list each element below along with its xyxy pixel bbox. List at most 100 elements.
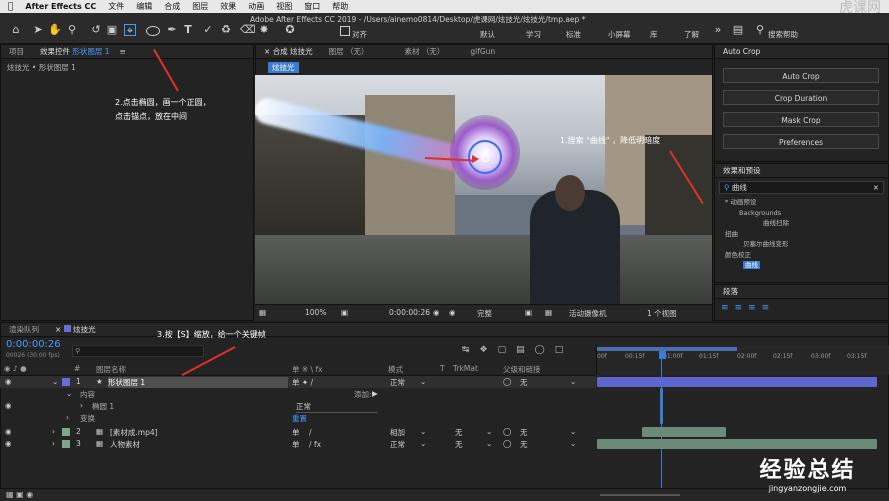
camera-tool-icon[interactable]: ▣ [106,24,118,36]
tree-item-bezier-warp[interactable]: 贝塞尔曲线变形 [715,239,888,250]
tab-effects-presets[interactable]: 效果和预设 [715,165,769,176]
add-content-icon[interactable]: ▶ [372,389,378,398]
layer-2-duration-bar[interactable] [642,427,726,437]
tree-item-color-correction[interactable]: 颜色校正 [715,250,888,261]
workspace-learn[interactable]: 学习 [526,29,541,40]
anchor-point-icon[interactable] [482,154,490,162]
tab-timeline-comp[interactable]: × 炫技光 [47,324,104,335]
tree-item-curves[interactable]: 曲线 [715,260,888,271]
layer-3-visibility-icon[interactable]: ◉ [5,439,12,448]
graph-editor-icon[interactable]: □ [555,345,574,355]
resolution-icon[interactable]: ▣ [341,308,348,317]
layer-3-parent[interactable]: 无 [520,439,528,450]
layer-1-duration-bar[interactable] [597,377,877,387]
tree-item-distort[interactable]: 扭曲 [715,229,888,240]
preferences-button[interactable]: Preferences [723,134,879,149]
ellipse-tool-icon[interactable] [146,24,160,36]
tree-item-backgrounds[interactable]: Backgrounds [715,208,888,219]
layer-3-duration-bar[interactable] [597,439,877,449]
workspace-small-screen[interactable]: 小屏幕 [608,29,631,40]
align-center-icon[interactable]: ≡ [735,303,749,313]
workspace-more[interactable]: 了解 [684,29,699,40]
snapshot-icon[interactable]: ◉ [433,308,440,317]
mask-crop-button[interactable]: Mask Crop [723,112,879,127]
brush-tool-icon[interactable]: ✓ [202,24,214,36]
layer-row-1[interactable]: ◉ ⌄ 1 ★ 形状图层 1 单 ✦ / 正常 ⌄ ◯ 无 ⌄ [0,376,596,388]
transparency-grid-icon[interactable]: ▦ [545,308,552,317]
layer-3-name[interactable]: 人物素材 [110,439,140,450]
layer-2-trkmat[interactable]: 无 [455,427,463,438]
rotate-tool-icon[interactable]: ↺ [90,24,102,36]
menu-effect[interactable]: 效果 [220,1,236,12]
timeline-search-field[interactable]: ⚲ [72,345,204,357]
workspace-overflow-icon[interactable]: » [712,24,724,36]
layer-row-2[interactable]: ◉ › 2 ▦ [素材成.mp4] 单 / 相加 ⌄ 无 ⌄ ◯ 无 ⌄ [0,426,596,438]
tab-effect-controls[interactable]: 效果控件 形状图层 1 [32,46,118,57]
align-checkbox-icon[interactable] [338,24,350,36]
layer-1-parent-pickwhip-icon[interactable]: ◯ [503,377,511,386]
grid-toggle-icon[interactable]: ▦ [259,308,266,317]
views-dropdown[interactable]: 1 个视图 [647,308,677,319]
transform-twirl-icon[interactable]: › [66,413,69,422]
camera-dropdown[interactable]: 活动摄像机 [569,308,607,319]
layer-3-label-swatch[interactable] [62,440,70,448]
content-twirl-icon[interactable]: ⌄ [66,389,72,398]
menu-composition[interactable]: 合成 [164,1,180,12]
timeline-timecode[interactable]: 0:00:00:26 [6,339,61,350]
sync-icon[interactable]: ▤ [732,24,744,36]
draft-3d-icon[interactable]: ❖ [480,345,498,355]
toggle-switches-icon[interactable]: ▦ ▣ ◉ [6,490,33,499]
layer-2-twirl-icon[interactable]: › [52,427,55,436]
layer-row-3[interactable]: ◉ › 3 ▦ 人物素材 单 / fx 正常 ⌄ 无 ⌄ ◯ 无 ⌄ [0,438,596,450]
layer-1-name[interactable]: 形状图层 1 [108,377,288,388]
timeline-close-icon[interactable]: × [55,325,61,334]
ellipse-row[interactable]: ◉ › 椭圆 1 正常 [0,400,596,413]
tab-gifgun[interactable]: gifGun [462,47,503,56]
ellipse-visibility-icon[interactable]: ◉ [5,401,12,410]
reset-link[interactable]: 重置 [292,413,307,424]
justify-icon[interactable]: ≡ [762,303,776,313]
layer-1-label-swatch[interactable] [62,378,70,386]
type-tool-icon[interactable]: T [182,24,194,36]
quality-dropdown[interactable]: 完整 [477,308,492,319]
puppet-tool-icon[interactable]: ✪ [284,24,296,36]
layer-2-switches[interactable]: 单 / [292,427,312,438]
shy-layers-icon[interactable]: ▢ [498,345,517,355]
menu-layer[interactable]: 图层 [192,1,208,12]
zoom-dropdown[interactable]: 100% [305,308,326,317]
tab-footage[interactable]: 素材 （无） [396,46,452,57]
layer-1-parent-chevron-icon[interactable]: ⌄ [570,377,576,386]
layer-2-mode-chevron-icon[interactable]: ⌄ [420,427,426,436]
layer-1-parent[interactable]: 无 [520,377,528,388]
menu-help[interactable]: 帮助 [332,1,348,12]
layer-3-mode-chevron-icon[interactable]: ⌄ [420,439,426,448]
layer-3-mode[interactable]: 正常 [390,439,405,450]
roto-brush-tool-icon[interactable]: ✸ [258,24,270,36]
anchor-point-tool-icon[interactable]: ⌖ [124,24,136,37]
menu-animation[interactable]: 动画 [248,1,264,12]
zoom-tool-icon[interactable]: ⚲ [66,24,78,36]
comp-name-chip[interactable]: 炫技光 [268,62,299,73]
workspace-standard[interactable]: 标准 [566,29,581,40]
tab-render-queue[interactable]: 渲染队列 [1,324,47,335]
layer-2-trkmat-chevron-icon[interactable]: ⌄ [486,427,492,436]
home-icon[interactable]: ⌂ [10,24,22,36]
layer-2-mode[interactable]: 相加 [390,427,405,438]
tree-item-curve-sweep[interactable]: 曲线扫除 [715,218,888,229]
tab-composition[interactable]: × 合成 炫技光 [256,46,321,57]
layer-3-twirl-icon[interactable]: › [52,439,55,448]
layer-3-parent-chevron-icon[interactable]: ⌄ [570,439,576,448]
composition-viewer[interactable] [255,75,712,304]
tab-project[interactable]: 项目 [1,46,32,57]
viewer-timecode[interactable]: 0:00:00:26 [389,308,430,317]
layer-1-mode[interactable]: 正常 [390,377,405,388]
comp-mini-flowchart-icon[interactable]: ↹ [462,345,480,355]
eraser-tool-icon[interactable]: ⌫ [240,24,256,36]
menu-edit[interactable]: 编辑 [136,1,152,12]
layer-2-label-swatch[interactable] [62,428,70,436]
layer-2-parent-chevron-icon[interactable]: ⌄ [570,427,576,436]
comp-close-icon[interactable]: × [264,47,270,56]
selection-tool-icon[interactable]: ➤ [32,24,44,36]
hand-tool-icon[interactable]: ✋ [48,24,62,36]
tab-layer[interactable]: 图层 （无） [321,46,377,57]
